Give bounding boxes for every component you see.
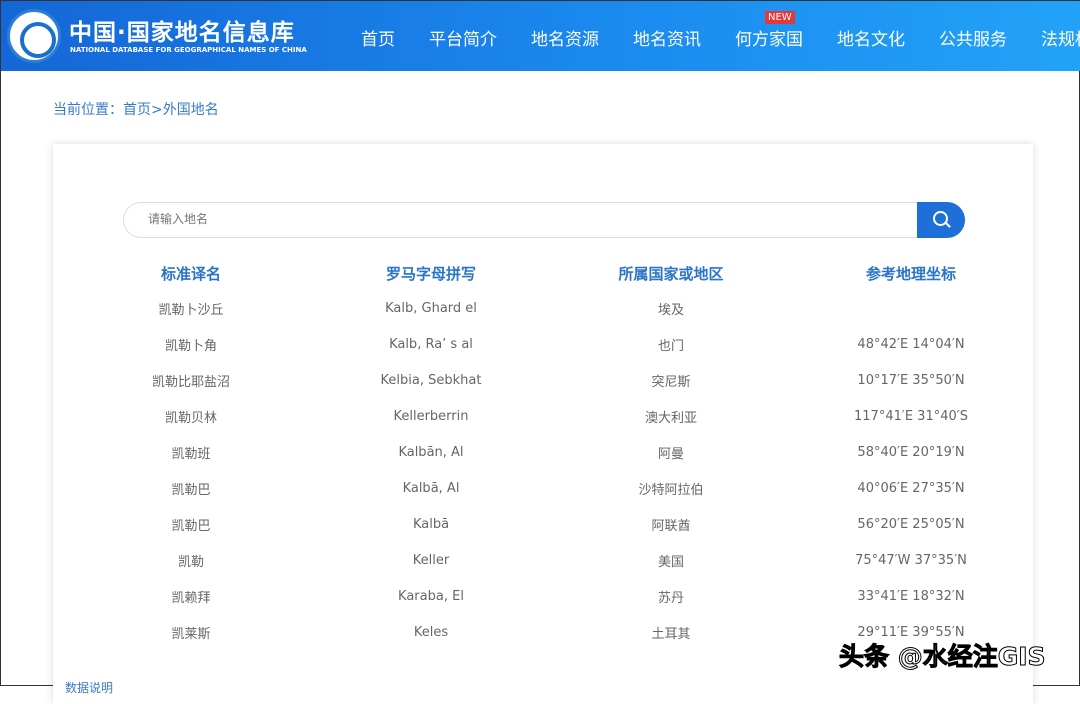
cell-romanization: Keles xyxy=(413,624,449,640)
search-button[interactable] xyxy=(917,202,965,238)
nav-hometown[interactable]: 何方家国 NEW xyxy=(735,11,803,50)
header-country: 所属国家或地区 xyxy=(618,264,724,283)
cell-country: 苏丹 xyxy=(657,590,684,606)
place-names-table: 标准译名 罗马字母拼写 所属国家或地区 参考地理坐标 凯勒卜沙丘 Kalb, Gh… xyxy=(71,256,1031,650)
cell-coordinates: 33°41′E 18°32′N xyxy=(857,588,965,604)
nav-home[interactable]: 首页 xyxy=(361,25,395,50)
cell-coordinates xyxy=(791,290,1031,326)
cell-country: 阿曼 xyxy=(657,446,684,462)
table-row[interactable]: 凯勒卜角 Kalb, Ra’ s al 也门 48°42′E 14°04′N xyxy=(71,326,1031,362)
search-input[interactable] xyxy=(148,212,848,226)
logo-icon[interactable] xyxy=(7,9,61,63)
new-badge: NEW xyxy=(765,11,795,24)
cell-coordinates: 40°06′E 27°35′N xyxy=(857,480,965,496)
cell-country: 沙特阿拉伯 xyxy=(638,482,704,498)
nav-services[interactable]: 公共服务 xyxy=(939,25,1007,50)
table-row[interactable]: 凯勒巴 Kalbā, Al 沙特阿拉伯 40°06′E 27°35′N xyxy=(71,470,1031,506)
watermark: 头条 @水经注GIS xyxy=(839,642,1047,672)
cell-country: 阿联酋 xyxy=(651,518,691,534)
table-row[interactable]: 凯勒 Keller 美国 75°47′W 37°35′N xyxy=(71,542,1031,578)
data-notes-link[interactable]: 数据说明 xyxy=(65,679,113,696)
cell-standard-name: 凯赖拜 xyxy=(171,590,211,606)
site-title[interactable]: 中国·国家地名信息库 xyxy=(69,13,295,47)
cell-coordinates: 56°20′E 25°05′N xyxy=(857,516,965,532)
cell-standard-name: 凯勒班 xyxy=(171,446,211,462)
table-row[interactable]: 凯赖拜 Karaba, El 苏丹 33°41′E 18°32′N xyxy=(71,578,1031,614)
site-header: 中国·国家地名信息库 NATIONAL DATABASE FOR GEOGRAP… xyxy=(1,1,1080,71)
cell-romanization: Kalb, Ra’ s al xyxy=(389,336,473,352)
cell-coordinates: 75°47′W 37°35′N xyxy=(855,552,967,568)
table-row[interactable]: 凯勒比耶盐沼 Kelbia, Sebkhat 突尼斯 10°17′E 35°50′N xyxy=(71,362,1031,398)
nav-regulations[interactable]: 法规标 xyxy=(1041,25,1080,50)
breadcrumb[interactable]: 当前位置：首页>外国地名 xyxy=(53,99,219,119)
cell-romanization: Kalbā, Al xyxy=(402,480,460,496)
cell-country: 澳大利亚 xyxy=(644,410,697,426)
cell-romanization: Kelbia, Sebkhat xyxy=(380,372,482,388)
cell-romanization: Keller xyxy=(412,552,450,568)
cell-standard-name: 凯勒巴 xyxy=(171,482,211,498)
cell-coordinates: 48°42′E 14°04′N xyxy=(857,336,965,352)
header-coordinates: 参考地理坐标 xyxy=(865,264,956,283)
site-subtitle: NATIONAL DATABASE FOR GEOGRAPHICAL NAMES… xyxy=(70,46,307,54)
cell-country: 埃及 xyxy=(657,302,684,318)
nav-intro[interactable]: 平台简介 xyxy=(429,25,497,50)
nav-hometown-label: 何方家国 xyxy=(735,30,803,50)
search-bar xyxy=(123,202,965,238)
header-standard-name: 标准译名 xyxy=(160,264,221,283)
cell-coordinates: 10°17′E 35°50′N xyxy=(857,372,965,388)
main-nav: 首页 平台简介 地名资源 地名资讯 何方家国 NEW 地名文化 公共服务 法规标 xyxy=(361,11,1080,50)
cell-standard-name: 凯勒卜沙丘 xyxy=(158,302,224,318)
table-row[interactable]: 凯勒贝林 Kellerberrin 澳大利亚 117°41′E 31°40′S xyxy=(71,398,1031,434)
cell-standard-name: 凯勒比耶盐沼 xyxy=(151,374,230,390)
cell-standard-name: 凯勒贝林 xyxy=(164,410,217,426)
results-card: 标准译名 罗马字母拼写 所属国家或地区 参考地理坐标 凯勒卜沙丘 Kalb, Gh… xyxy=(53,144,1033,704)
nav-culture[interactable]: 地名文化 xyxy=(837,25,905,50)
cell-romanization: Karaba, El xyxy=(398,588,464,604)
cell-romanization: Kalbā xyxy=(412,516,450,532)
table-row[interactable]: 凯勒班 Kalbān, Al 阿曼 58°40′E 20°19′N xyxy=(71,434,1031,470)
cell-standard-name: 凯勒巴 xyxy=(171,518,211,534)
cell-country: 突尼斯 xyxy=(651,374,691,390)
cell-standard-name: 凯莱斯 xyxy=(171,626,211,642)
cell-standard-name: 凯勒 xyxy=(177,554,204,570)
cell-romanization: Kalb, Ghard el xyxy=(385,300,477,316)
nav-resources[interactable]: 地名资源 xyxy=(531,25,599,50)
cell-country: 美国 xyxy=(657,554,684,570)
cell-coordinates: 117°41′E 31°40′S xyxy=(854,408,968,424)
table-row[interactable]: 凯勒巴 Kalbā 阿联酋 56°20′E 25°05′N xyxy=(71,506,1031,542)
nav-news[interactable]: 地名资讯 xyxy=(633,25,701,50)
cell-country: 也门 xyxy=(657,338,684,354)
cell-coordinates: 58°40′E 20°19′N xyxy=(857,444,965,460)
header-romanization: 罗马字母拼写 xyxy=(385,264,476,283)
table-row[interactable]: 凯勒卜沙丘 Kalb, Ghard el 埃及 xyxy=(71,290,1031,326)
cell-standard-name: 凯勒卜角 xyxy=(164,338,217,354)
cell-country: 土耳其 xyxy=(651,626,691,642)
cell-romanization: Kalbān, Al xyxy=(398,444,464,460)
cell-romanization: Kellerberrin xyxy=(393,408,469,424)
